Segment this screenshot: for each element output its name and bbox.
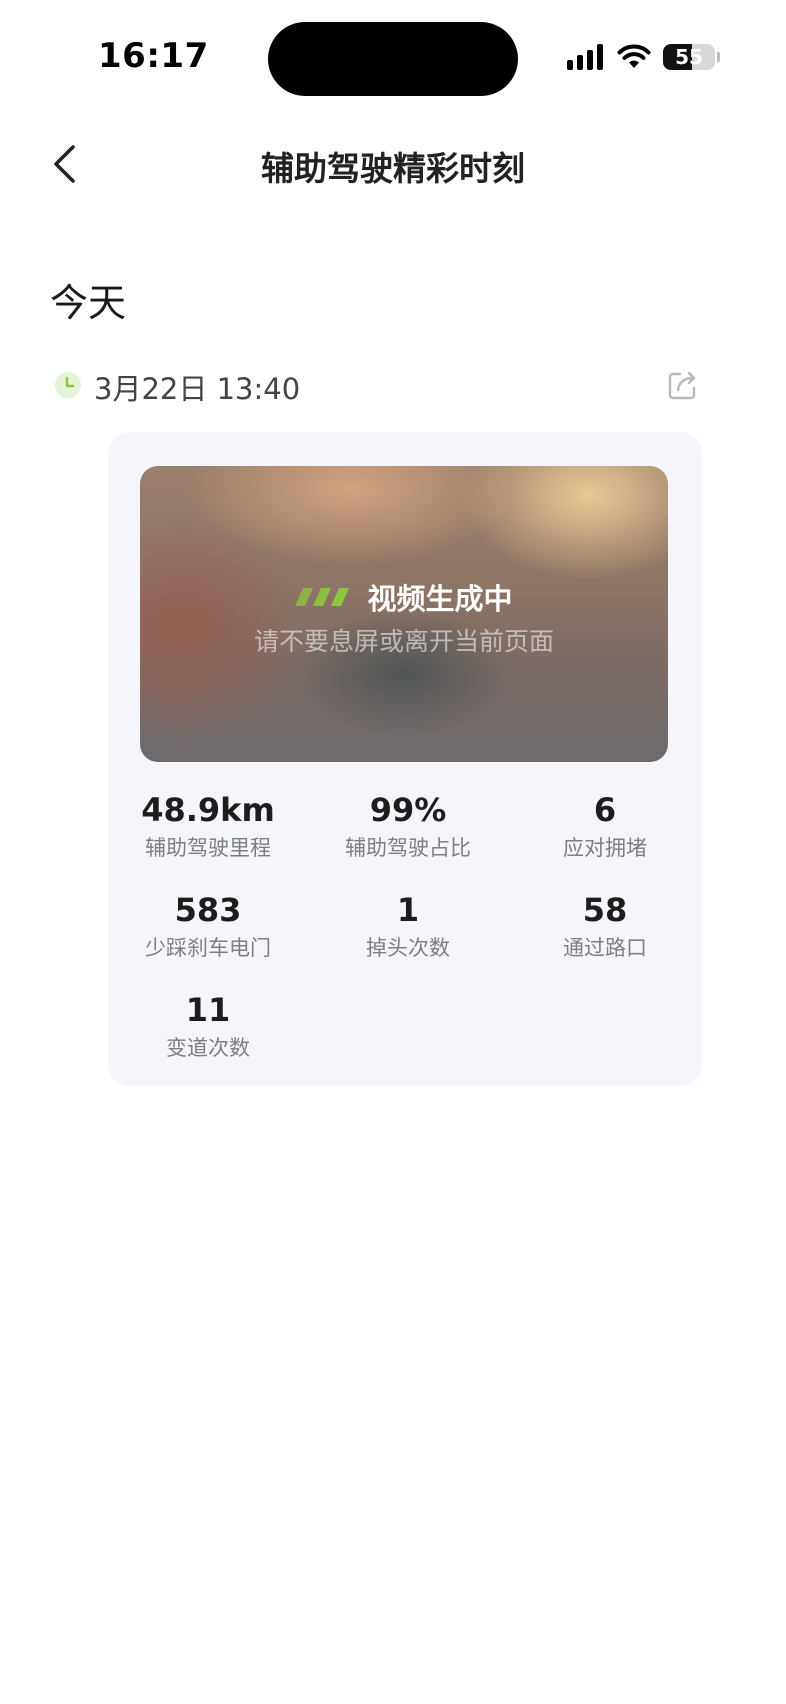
stat-u-turns: 1 掉头次数 <box>308 888 508 968</box>
cellular-signal-icon <box>567 44 603 70</box>
battery-icon: 55 <box>663 44 715 70</box>
loading-stripes-icon <box>295 588 350 606</box>
video-status-text: 视频生成中 <box>367 582 513 616</box>
battery-tip <box>717 52 720 62</box>
stat-label: 辅助驾驶里程 <box>145 836 271 860</box>
record-header: 3月22日 13:40 <box>52 362 712 408</box>
stat-label: 变道次数 <box>166 1036 250 1060</box>
stats-grid: 48.9km 辅助驾驶里程 99% 辅助驾驶占比 6 应对拥堵 583 少踩刹车… <box>108 788 702 1068</box>
stat-label: 应对拥堵 <box>563 836 647 860</box>
stat-label: 掉头次数 <box>366 936 450 960</box>
stat-value: 99% <box>369 791 447 829</box>
stat-value: 583 <box>174 891 242 929</box>
video-hint-text: 请不要息屏或离开当前页面 <box>253 627 554 656</box>
share-icon <box>668 371 696 400</box>
highlight-card[interactable]: 视频生成中 请不要息屏或离开当前页面 48.9km 辅助驾驶里程 99% 辅助驾… <box>108 432 702 1086</box>
stat-value: 6 <box>593 791 617 829</box>
wifi-icon <box>617 44 651 68</box>
clock-icon <box>55 372 81 398</box>
dynamic-island <box>268 22 518 96</box>
stat-label: 通过路口 <box>563 936 647 960</box>
page-title: 辅助驾驶精彩时刻 <box>261 149 525 188</box>
nav-bar: 辅助驾驶精彩时刻 <box>0 120 786 210</box>
stat-lane-changes: 11 变道次数 <box>108 988 308 1068</box>
share-button[interactable] <box>664 366 702 404</box>
stat-value: 11 <box>185 991 231 1029</box>
status-time: 16:17 <box>98 36 209 76</box>
record-datetime: 3月22日 13:40 <box>94 372 301 406</box>
stat-label: 少踩刹车电门 <box>145 936 271 960</box>
stat-assisted-ratio: 99% 辅助驾驶占比 <box>308 788 508 868</box>
stat-assisted-distance: 48.9km 辅助驾驶里程 <box>108 788 308 868</box>
stat-pedal-saved: 583 少踩刹车电门 <box>108 888 308 968</box>
stat-value: 58 <box>582 891 628 929</box>
video-preview[interactable]: 视频生成中 请不要息屏或离开当前页面 <box>140 466 668 762</box>
battery-level: 55 <box>675 45 703 69</box>
stat-value: 1 <box>396 891 420 929</box>
stat-intersections: 58 通过路口 <box>508 888 702 968</box>
status-bar: 16:17 55 <box>0 0 786 110</box>
status-icons: 55 <box>567 42 720 72</box>
section-title-today: 今天 <box>50 281 127 325</box>
stat-label: 辅助驾驶占比 <box>345 836 471 860</box>
video-status-row: 视频生成中 <box>140 576 668 618</box>
stat-value: 48.9km <box>141 791 275 829</box>
stat-congestion: 6 应对拥堵 <box>508 788 702 868</box>
